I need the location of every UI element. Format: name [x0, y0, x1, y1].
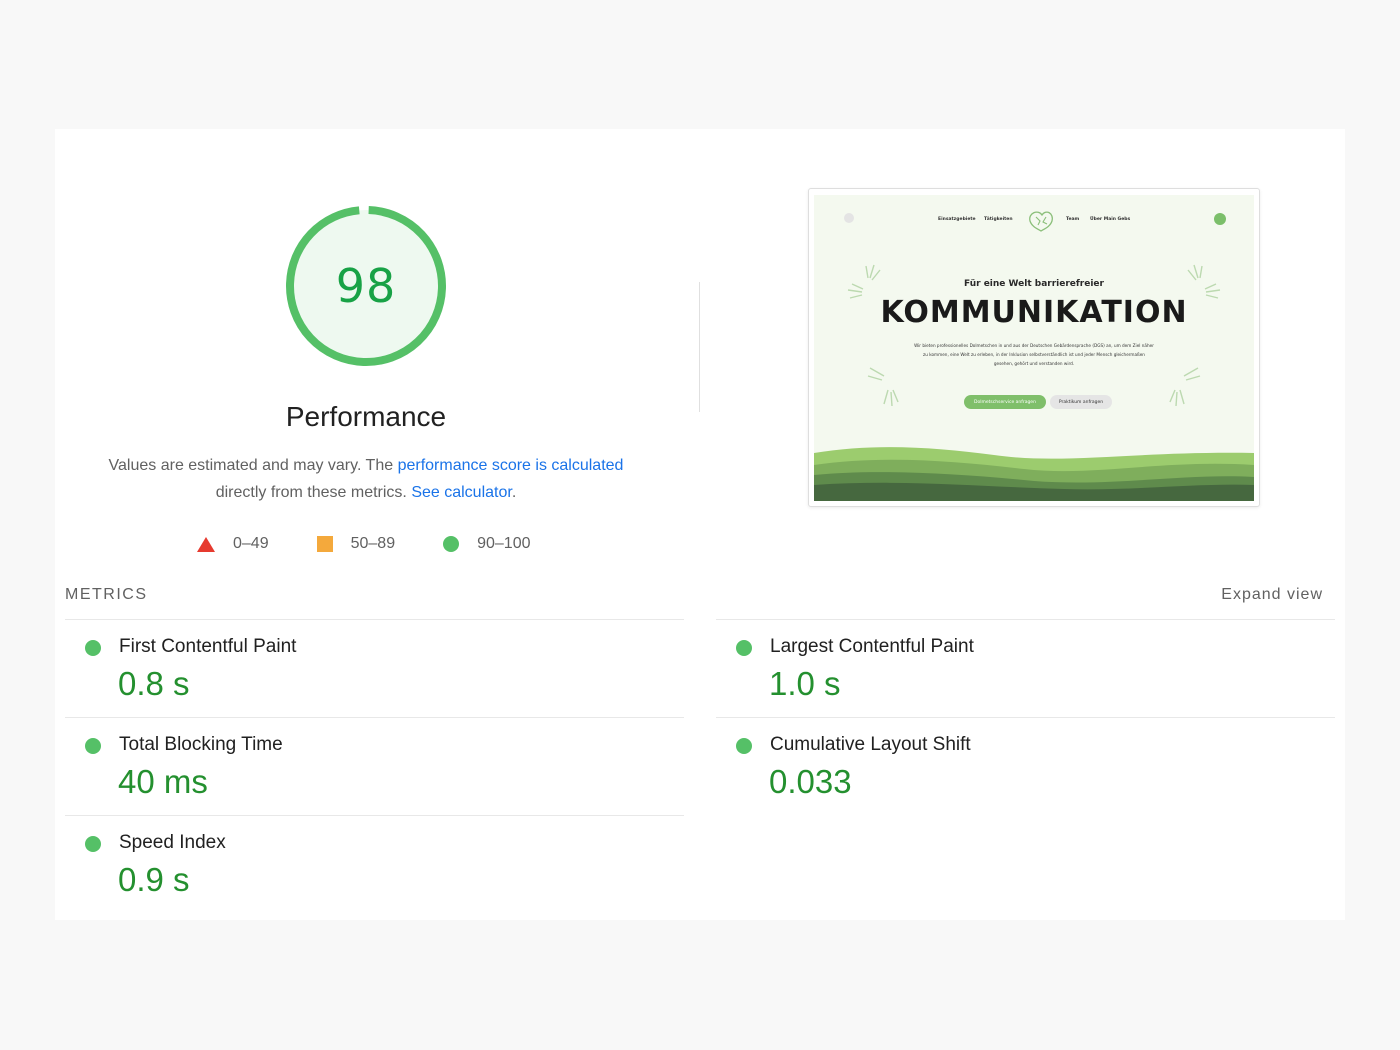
metric-cumulative-layout-shift: Cumulative Layout Shift 0.033 — [716, 717, 1335, 815]
screenshot-primary-button: Dolmetschservice anfragen — [964, 395, 1046, 409]
hands-logo-icon — [1024, 207, 1058, 235]
legend-item-average: 50–89 — [316, 535, 396, 553]
score-description: Values are estimated and may vary. The p… — [95, 452, 637, 506]
calculator-link[interactable]: See calculator — [411, 484, 512, 501]
screenshot-body-text: Wir bieten professionelles Dolmetschen i… — [914, 343, 1154, 366]
gauge-title: Performance — [285, 401, 447, 432]
metric-value: 0.9 s — [118, 861, 190, 898]
performance-report-card: 98 Performance Values are estimated and … — [55, 129, 1345, 920]
screenshot-kicker: Für eine Welt barrierefreier — [964, 279, 1104, 289]
metric-label: Cumulative Layout Shift — [770, 734, 971, 755]
score-legend: 0–49 50–89 90–100 — [197, 532, 530, 556]
pass-circle-icon — [736, 640, 752, 656]
metric-value: 0.8 s — [118, 665, 190, 702]
metric-first-contentful-paint: First Contentful Paint 0.8 s — [65, 619, 684, 717]
vertical-divider — [699, 282, 700, 412]
pass-circle-icon — [736, 738, 752, 754]
fail-triangle-icon — [197, 536, 215, 552]
performance-score: 98 — [335, 259, 397, 313]
screenshot-headline: KOMMUNIKATION — [880, 295, 1188, 330]
expand-view-button[interactable]: Expand view — [1221, 586, 1323, 604]
performance-score-gauge: 98 — [285, 205, 447, 367]
nav-item: Über Main Gebs — [1090, 217, 1131, 222]
screenshot-secondary-button: Praktikum anfragen — [1050, 395, 1112, 409]
metric-value: 1.0 s — [769, 665, 841, 702]
metric-label: Speed Index — [119, 832, 226, 853]
pass-circle-icon — [85, 640, 101, 656]
legend-range: 90–100 — [477, 535, 531, 552]
metric-value: 0.033 — [769, 763, 852, 800]
nav-item: Einsatzgebiete — [938, 217, 976, 222]
metrics-header: METRICS — [65, 586, 148, 603]
screenshot-nav: Einsatzgebiete Tätigkeiten Team Über Mai… — [814, 209, 1254, 232]
pass-circle-icon — [443, 536, 460, 552]
pass-circle-icon — [85, 836, 101, 852]
nav-item: Team — [1066, 217, 1080, 222]
legend-item-fail: 0–49 — [197, 535, 269, 553]
metric-speed-index: Speed Index 0.9 s — [65, 815, 684, 919]
metric-total-blocking-time: Total Blocking Time 40 ms — [65, 717, 684, 815]
pass-circle-icon — [85, 738, 101, 754]
metric-label: First Contentful Paint — [119, 636, 297, 657]
description-text-middle: directly from these metrics. — [215, 484, 412, 501]
legend-item-pass: 90–100 — [443, 535, 530, 553]
metric-label: Largest Contentful Paint — [770, 636, 974, 657]
home-icon — [844, 213, 854, 223]
screenshot-page: Einsatzgebiete Tätigkeiten Team Über Mai… — [814, 195, 1254, 501]
metric-value: 40 ms — [118, 763, 208, 800]
nav-item: Tätigkeiten — [984, 217, 1013, 222]
description-text-suffix: . — [511, 484, 517, 501]
legend-range: 0–49 — [233, 535, 269, 552]
legend-range: 50–89 — [350, 535, 396, 552]
score-calculation-link[interactable]: performance score is calculated — [398, 457, 624, 474]
description-text: Values are estimated and may vary. The — [108, 457, 398, 474]
average-square-icon — [316, 536, 333, 552]
metric-largest-contentful-paint: Largest Contentful Paint 1.0 s — [716, 619, 1335, 717]
leaf-decoration-icon — [867, 367, 899, 407]
hills-illustration — [814, 447, 1254, 501]
leaf-decoration-icon — [1169, 367, 1201, 407]
metric-label: Total Blocking Time — [119, 734, 283, 755]
final-screenshot[interactable]: Einsatzgebiete Tätigkeiten Team Über Mai… — [808, 188, 1260, 507]
contact-icon — [1214, 213, 1226, 225]
